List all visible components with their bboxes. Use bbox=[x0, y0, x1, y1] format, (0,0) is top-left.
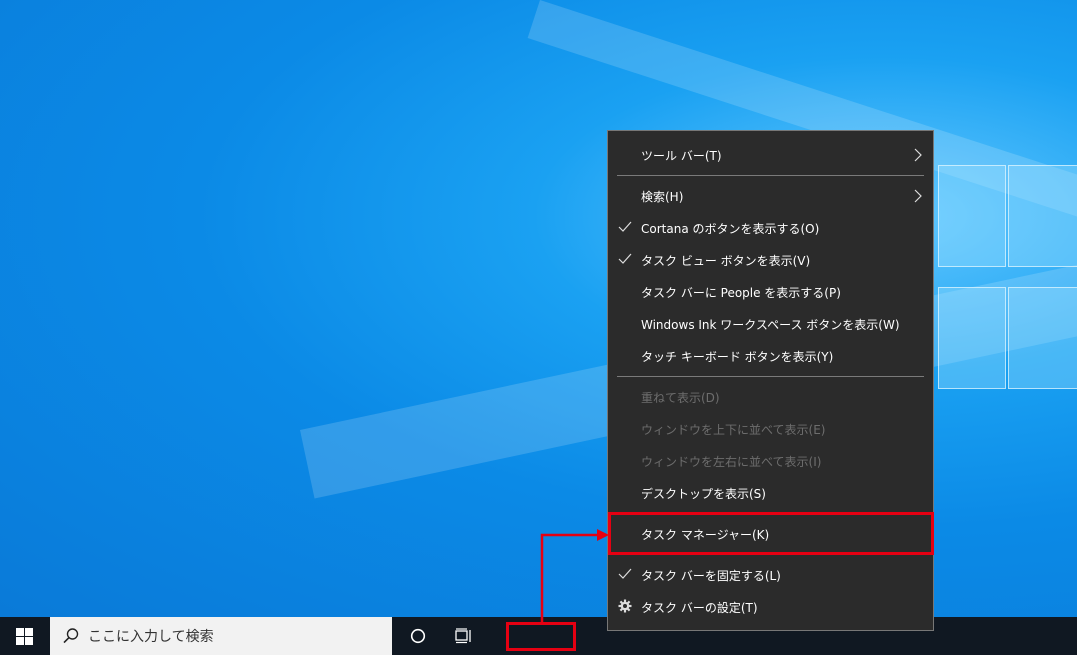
menu-item-label: デスクトップを表示(S) bbox=[641, 486, 766, 501]
taskbar-context-menu: ツール バー(T) 検索(H) Cortana のボタンを表示する(O) タスク… bbox=[607, 130, 934, 631]
menu-item-stack-windows: ウィンドウを上下に並べて表示(E) bbox=[608, 413, 933, 445]
menu-item-toolbar[interactable]: ツール バー(T) bbox=[608, 139, 933, 171]
cortana-button[interactable] bbox=[398, 617, 438, 655]
chevron-right-icon bbox=[914, 148, 922, 162]
menu-item-show-windows-ink[interactable]: Windows Ink ワークスペース ボタンを表示(W) bbox=[608, 308, 933, 340]
checkmark-icon bbox=[618, 221, 632, 232]
search-icon bbox=[63, 628, 79, 644]
menu-separator bbox=[617, 376, 924, 377]
cortana-circle-icon bbox=[410, 628, 426, 644]
menu-item-label: タスク バーに People を表示する(P) bbox=[641, 285, 841, 300]
task-view-button[interactable] bbox=[444, 617, 484, 655]
menu-item-label: 重ねて表示(D) bbox=[641, 390, 720, 405]
menu-item-label: タッチ キーボード ボタンを表示(Y) bbox=[641, 349, 834, 364]
gear-icon bbox=[618, 599, 632, 613]
menu-item-label: ウィンドウを上下に並べて表示(E) bbox=[641, 422, 826, 437]
menu-item-label: タスク ビュー ボタンを表示(V) bbox=[641, 253, 811, 268]
menu-item-lock-taskbar[interactable]: タスク バーを固定する(L) bbox=[608, 559, 933, 591]
menu-item-label: 検索(H) bbox=[641, 189, 684, 204]
menu-item-cascade-windows: 重ねて表示(D) bbox=[608, 381, 933, 413]
chevron-right-icon bbox=[914, 189, 922, 203]
checkmark-icon bbox=[618, 568, 632, 579]
checkmark-icon bbox=[618, 253, 632, 264]
menu-item-show-task-view-button[interactable]: タスク ビュー ボタンを表示(V) bbox=[608, 244, 933, 276]
menu-item-show-people[interactable]: タスク バーに People を表示する(P) bbox=[608, 276, 933, 308]
menu-item-side-by-side-windows: ウィンドウを左右に並べて表示(I) bbox=[608, 445, 933, 477]
menu-item-label: タスク バーの設定(T) bbox=[641, 600, 758, 615]
taskbar-empty-area-highlight bbox=[506, 622, 576, 651]
menu-item-show-cortana-button[interactable]: Cortana のボタンを表示する(O) bbox=[608, 212, 933, 244]
menu-item-show-desktop[interactable]: デスクトップを表示(S) bbox=[608, 477, 933, 509]
menu-item-label: ツール バー(T) bbox=[641, 148, 722, 163]
task-view-icon bbox=[455, 628, 471, 644]
menu-item-label: ウィンドウを左右に並べて表示(I) bbox=[641, 454, 822, 469]
menu-item-label: Windows Ink ワークスペース ボタンを表示(W) bbox=[641, 317, 900, 332]
menu-item-show-touch-keyboard[interactable]: タッチ キーボード ボタンを表示(Y) bbox=[608, 340, 933, 372]
start-button[interactable] bbox=[0, 617, 48, 655]
task-manager-highlight bbox=[608, 512, 934, 555]
menu-item-label: タスク バーを固定する(L) bbox=[641, 568, 781, 583]
windows-start-icon bbox=[15, 627, 33, 645]
search-placeholder: ここに入力して検索 bbox=[88, 629, 214, 645]
menu-item-search[interactable]: 検索(H) bbox=[608, 180, 933, 212]
menu-item-taskbar-settings[interactable]: タスク バーの設定(T) bbox=[608, 591, 933, 623]
menu-item-label: Cortana のボタンを表示する(O) bbox=[641, 221, 820, 236]
search-box[interactable]: ここに入力して検索 bbox=[50, 617, 392, 655]
menu-separator bbox=[617, 175, 924, 176]
